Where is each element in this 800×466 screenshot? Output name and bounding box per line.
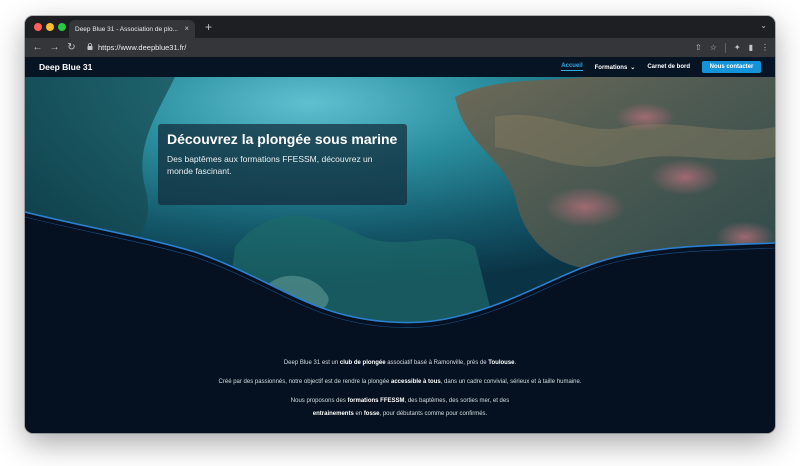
intro-text: Créé par des passionnés, notre objectif …	[218, 379, 391, 385]
intro-strong: entrainements	[312, 411, 354, 417]
intro-section: Deep Blue 31 est un club de plongée asso…	[25, 357, 775, 427]
hero-banner: Découvrez la plongée sous marine Des bap…	[25, 77, 775, 337]
intro-text: associatif basé à Ramonville, près de	[385, 360, 489, 366]
intro-strong: accessible à tous	[391, 379, 441, 385]
share-icon[interactable]: ⇧	[695, 38, 702, 57]
intro-text: Deep Blue 31 est un	[283, 360, 340, 366]
main-menu: Accueil Formations ⌄ Carnet de bord Nous …	[561, 57, 761, 77]
hero-card: Découvrez la plongée sous marine Des bap…	[158, 124, 407, 205]
nav-item-formations-label: Formations	[594, 64, 628, 71]
intro-strong: fosse	[363, 411, 380, 417]
nav-item-carnet-de-bord[interactable]: Carnet de bord	[647, 64, 690, 70]
intro-paragraph-1: Deep Blue 31 est un club de plongée asso…	[25, 357, 775, 370]
intro-text: , pour débutants comme pour confirmés.	[379, 411, 488, 417]
intro-text: .	[514, 360, 517, 366]
intro-strong: formations FFESSM	[347, 398, 405, 404]
sidepanel-icon[interactable]: ▮	[749, 38, 753, 57]
close-window-button[interactable]	[34, 23, 42, 31]
intro-text: , des baptêmes, des sorties mer, et des	[404, 398, 510, 404]
minimize-window-button[interactable]	[46, 23, 54, 31]
browser-window: Deep Blue 31 - Association de plo... × +…	[25, 16, 775, 433]
browser-toolbar: ← → ↻ https://www.deepblue31.fr/ ⇧ ☆ ✦ ▮…	[25, 38, 775, 57]
forward-icon[interactable]: →	[46, 38, 63, 57]
new-tab-icon[interactable]: +	[205, 20, 212, 34]
underwater-photo	[25, 77, 775, 337]
nav-item-formations[interactable]: Formations ⌄	[595, 64, 636, 71]
tab-title: Deep Blue 31 - Association de plo...	[75, 25, 178, 33]
contact-button[interactable]: Nous contacter	[702, 61, 761, 73]
intro-paragraph-3: Nous proposons des formations FFESSM, de…	[270, 395, 530, 421]
intro-text: en	[353, 411, 364, 417]
toolbar-divider	[724, 42, 726, 53]
address-bar[interactable]: https://www.deepblue31.fr/	[98, 43, 186, 52]
chevron-down-icon: ⌄	[630, 64, 636, 71]
tab-search-icon[interactable]: ⌄	[760, 21, 767, 30]
reload-icon[interactable]: ↻	[63, 38, 80, 57]
tab-strip: Deep Blue 31 - Association de plo... × +…	[25, 16, 775, 38]
lock-icon	[87, 43, 93, 52]
nav-item-accueil[interactable]: Accueil	[561, 63, 583, 71]
intro-paragraph-2: Créé par des passionnés, notre objectif …	[25, 376, 775, 389]
intro-strong: Toulouse	[488, 360, 515, 366]
intro-text: , dans un cadre convivial, sérieux et à …	[440, 379, 582, 385]
hero-title: Découvrez la plongée sous marine	[167, 131, 398, 147]
tab-close-icon[interactable]: ×	[184, 25, 189, 33]
intro-text: Nous proposons des	[290, 398, 348, 404]
site-navbar: Deep Blue 31 Accueil Formations ⌄ Carnet …	[25, 57, 775, 77]
puzzle-icon[interactable]: ✦	[734, 38, 741, 57]
hero-subtitle: Des baptêmes aux formations FFESSM, déco…	[167, 154, 373, 176]
web-page: Deep Blue 31 Accueil Formations ⌄ Carnet …	[25, 57, 775, 433]
back-icon[interactable]: ←	[29, 38, 46, 57]
star-icon[interactable]: ☆	[710, 38, 717, 57]
site-logo[interactable]: Deep Blue 31	[39, 62, 92, 72]
browser-tab[interactable]: Deep Blue 31 - Association de plo... ×	[69, 20, 195, 38]
maximize-window-button[interactable]	[58, 23, 66, 31]
intro-strong: club de plongée	[339, 360, 386, 366]
kebab-icon[interactable]: ⋮	[761, 38, 769, 57]
